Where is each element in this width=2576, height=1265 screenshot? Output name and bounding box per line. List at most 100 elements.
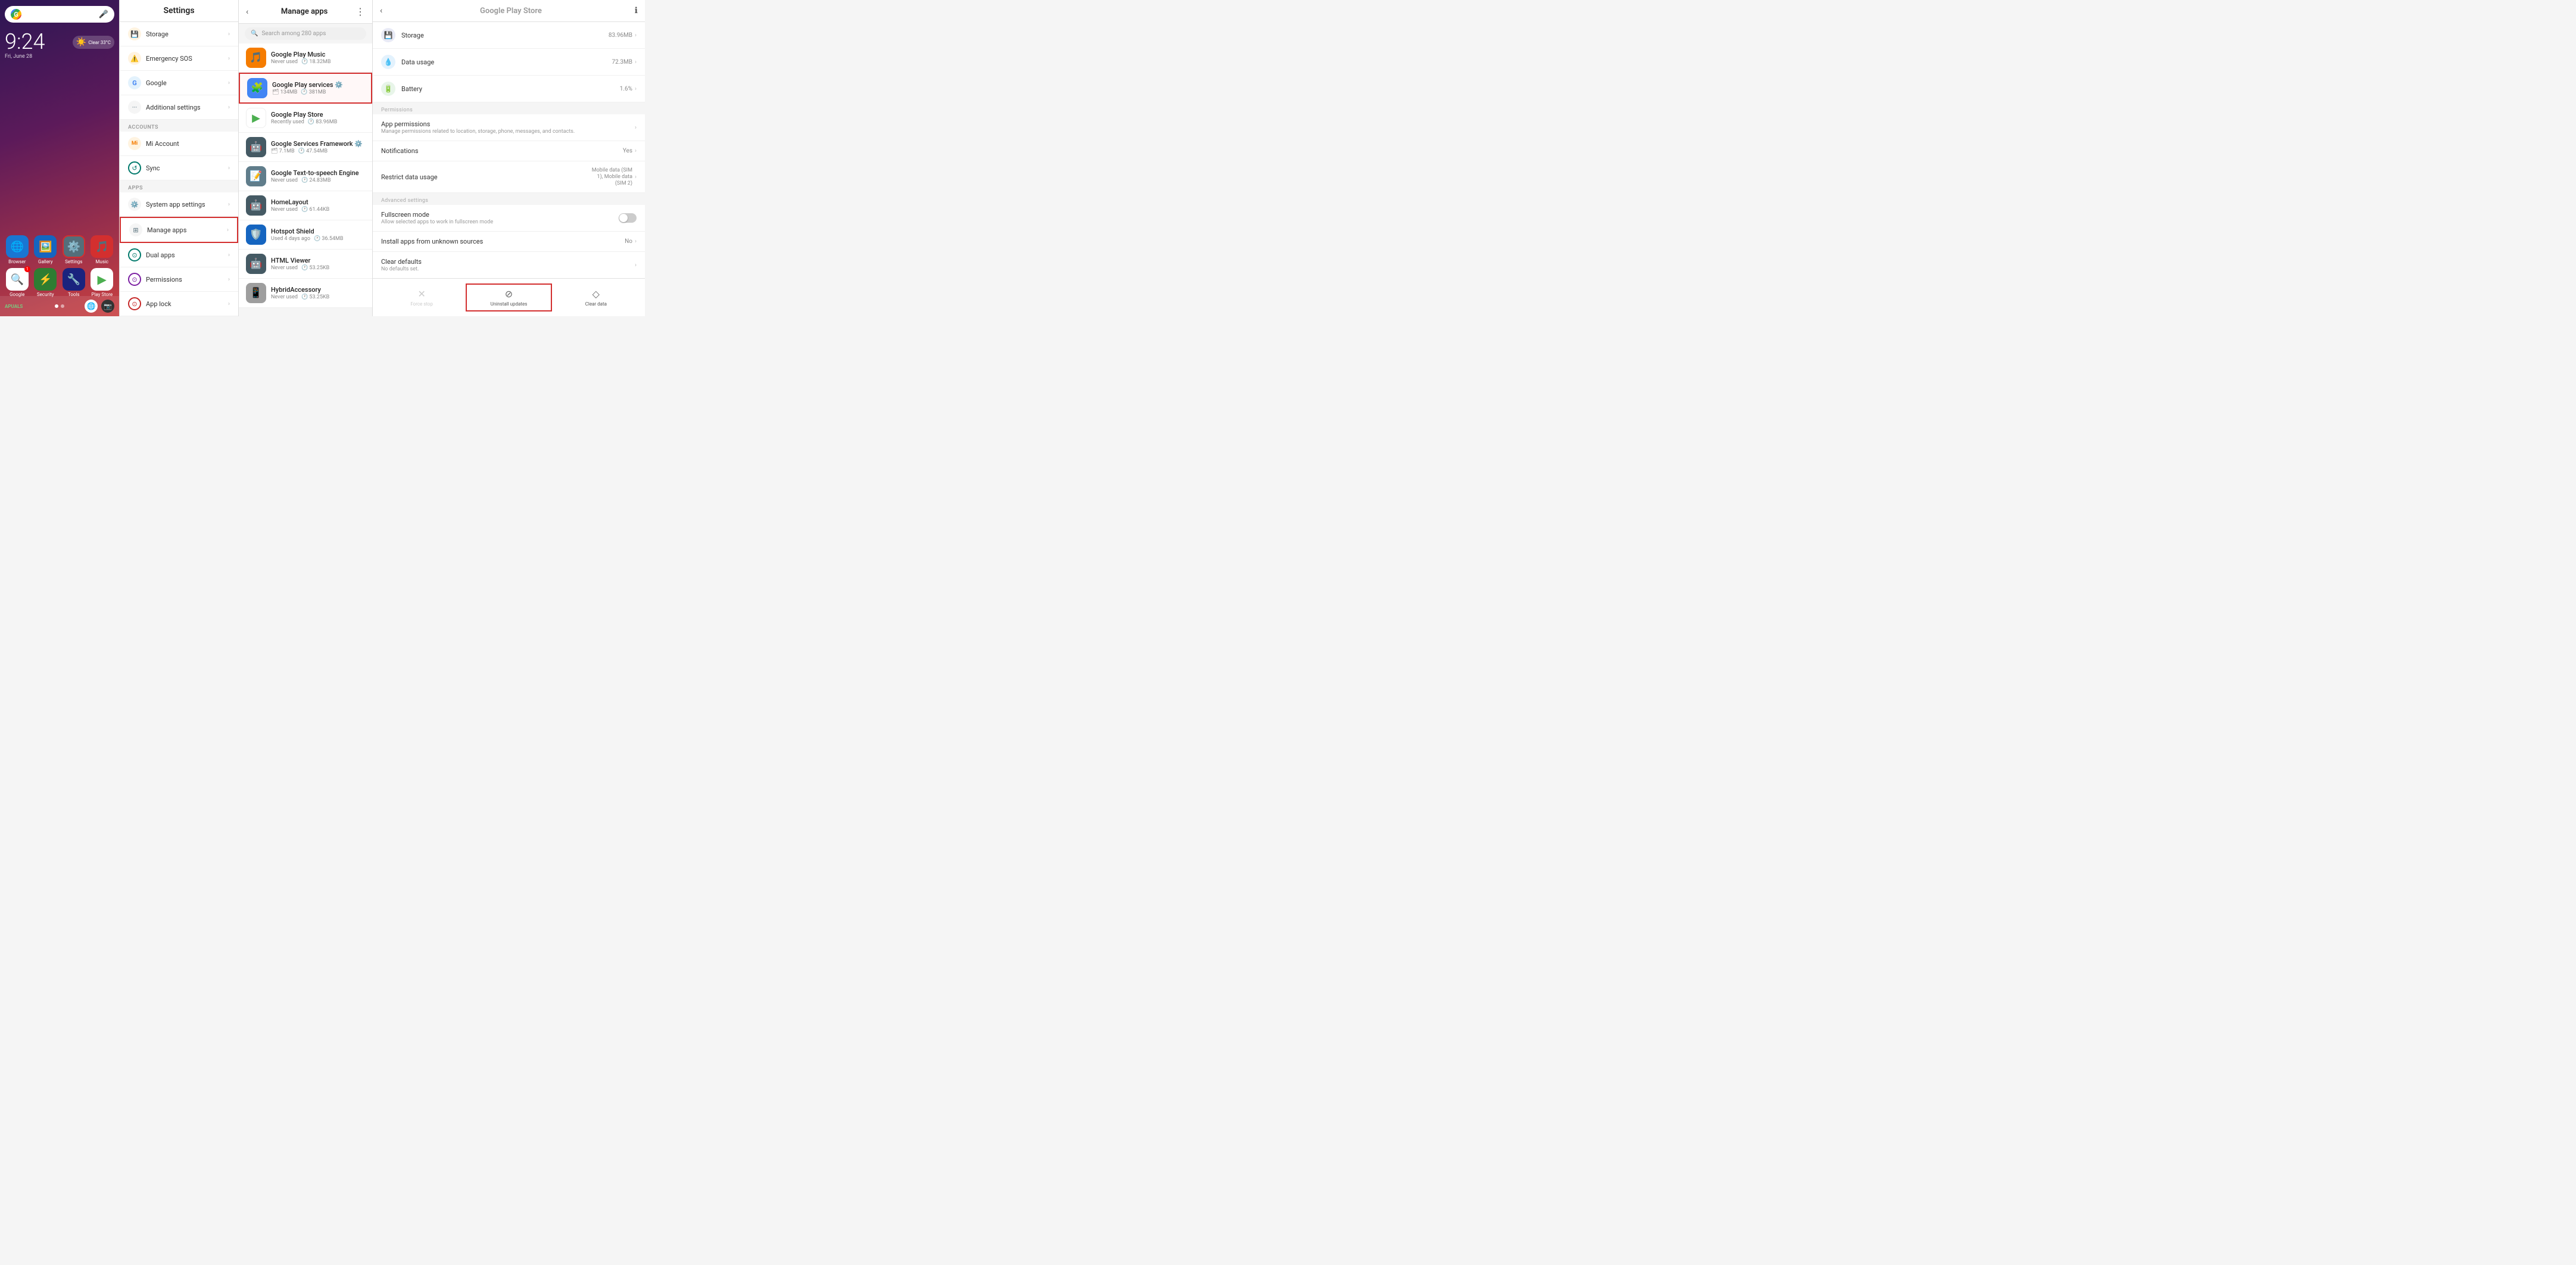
hybrid-name: HybridAccessory — [271, 286, 365, 294]
app-item-security[interactable]: ⚡ Security — [33, 268, 58, 297]
play-music-name: Google Play Music — [271, 51, 365, 58]
settings-item-permissions[interactable]: ⊙ Permissions › — [120, 267, 238, 292]
hotspot-meta: Used 4 days ago 🕐 36.54MB — [271, 236, 365, 242]
install-unknown-value: No — [625, 238, 632, 245]
clear-defaults-sub: No defaults set. — [381, 266, 635, 272]
detail-restrict-data-item[interactable]: Restrict data usage Mobile data (SIM 1),… — [373, 161, 645, 193]
html-viewer-info: HTML Viewer Never used 🕐 53.25KB — [271, 257, 365, 271]
music-label: Music — [95, 259, 108, 264]
chevron-icon: › — [635, 124, 637, 131]
camera-icon[interactable]: 📷 — [101, 300, 114, 313]
settings-item-mi-account[interactable]: Mi Mi Account — [120, 132, 238, 156]
more-options-button[interactable]: ⋮ — [355, 6, 365, 17]
detail-install-unknown-item[interactable]: Install apps from unknown sources No › — [373, 232, 645, 252]
bottom-actions-bar: ✕ Force stop ⊘ Uninstall updates ◇ Clear… — [373, 278, 645, 316]
dual-apps-label: Dual apps — [146, 251, 228, 259]
detail-app-permissions-item[interactable]: App permissions Manage permissions relat… — [373, 114, 645, 141]
chevron-icon: › — [635, 238, 637, 245]
app-item-music[interactable]: 🎵 Music — [90, 235, 115, 264]
hybrid-usage: Never used — [271, 294, 298, 300]
play-music-icon: 🎵 — [246, 48, 266, 68]
detail-data-usage-item[interactable]: 💧 Data usage 72.3MB › — [373, 49, 645, 76]
app-item-google[interactable]: 🔍 1 Google — [5, 268, 30, 297]
detail-battery-item[interactable]: 🔋 Battery 1.6% › — [373, 76, 645, 102]
gallery-icon: 🖼️ — [34, 235, 57, 258]
app-item-playstore[interactable]: ▶ Play Store — [90, 268, 115, 297]
uninstall-updates-button[interactable]: ⊘ Uninstall updates — [466, 283, 551, 311]
app-item-tools[interactable]: 🔧 Tools — [61, 268, 86, 297]
app-list-item-services-framework[interactable]: 🤖 Google Services Framework ⚙️ 🗂 7.1MB 🕐… — [239, 133, 372, 162]
chevron-icon: › — [635, 262, 637, 269]
detail-notifications-item[interactable]: Notifications Yes › — [373, 141, 645, 161]
detail-fullscreen-item[interactable]: Fullscreen mode Allow selected apps to w… — [373, 205, 645, 232]
services-framework-name: Google Services Framework ⚙️ — [271, 140, 365, 148]
sos-icon: ⚠️ — [128, 52, 141, 65]
settings-item-google[interactable]: G Google › — [120, 71, 238, 95]
google-settings-icon: G — [128, 76, 141, 89]
sync-label: Sync — [146, 164, 228, 172]
settings-app-icon: ⚙️ — [63, 235, 85, 258]
battery-label: Battery — [401, 85, 620, 93]
app-list-item-play-music[interactable]: 🎵 Google Play Music Never used 🕐 18.32MB — [239, 43, 372, 73]
app-list-item-homelayout[interactable]: 🤖 HomeLayout Never used 🕐 61.44KB — [239, 191, 372, 220]
settings-item-additional[interactable]: ··· Additional settings › — [120, 95, 238, 120]
settings-item-system-apps[interactable]: ⚙️ System app settings › — [120, 192, 238, 217]
manage-apps-header: ‹ Manage apps ⋮ — [239, 0, 372, 24]
chevron-icon: › — [635, 86, 637, 92]
google-icon: 🔍 1 — [6, 268, 29, 291]
homelayout-size: 🕐 61.44KB — [301, 207, 329, 213]
force-stop-button[interactable]: ✕ Force stop — [380, 285, 463, 310]
tts-name: Google Text-to-speech Engine — [271, 169, 365, 177]
detail-clear-defaults-item[interactable]: Clear defaults No defaults set. › — [373, 252, 645, 279]
app-list-item-tts[interactable]: 📝 Google Text-to-speech Engine Never use… — [239, 162, 372, 191]
detail-storage-item[interactable]: 💾 Storage 83.96MB › — [373, 22, 645, 49]
hybrid-size: 🕐 53.25KB — [301, 294, 329, 300]
google-search-bar[interactable]: G 🎤 — [5, 6, 114, 23]
advanced-section-label: Advanced settings — [373, 193, 645, 205]
settings-item-storage[interactable]: 💾 Storage › — [120, 22, 238, 46]
playstore-icon: ▶ — [91, 268, 113, 291]
weather-widget: ☀️ Clear 33°C — [73, 36, 114, 49]
app-list-item-play-services[interactable]: 🧩 Google Play services ⚙️ 🗂 134MB 🕐 381M… — [239, 73, 372, 104]
hotspot-icon: 🛡️ — [246, 225, 266, 245]
app-list-item-hotspot[interactable]: 🛡️ Hotspot Shield Used 4 days ago 🕐 36.5… — [239, 220, 372, 250]
app-item-settings[interactable]: ⚙️ Settings — [61, 235, 86, 264]
permissions-section-label: Permissions — [373, 102, 645, 114]
uninstall-updates-icon: ⊘ — [505, 288, 513, 300]
play-music-size: 🕐 18.32MB — [301, 59, 331, 65]
play-music-info: Google Play Music Never used 🕐 18.32MB — [271, 51, 365, 65]
app-list-item-play-store[interactable]: ▶ Google Play Store Recently used 🕐 83.9… — [239, 104, 372, 133]
mic-icon[interactable]: 🎤 — [99, 10, 108, 19]
back-button[interactable]: ‹ — [246, 7, 248, 17]
detail-back-button[interactable]: ‹ — [380, 6, 382, 15]
storage-detail-label: Storage — [401, 32, 609, 39]
app-list-item-hybrid[interactable]: 📱 HybridAccessory Never used 🕐 53.25KB — [239, 279, 372, 308]
search-apps-bar[interactable]: 🔍 Search among 280 apps — [245, 27, 366, 40]
settings-item-app-lock[interactable]: ⊙ App lock › — [120, 292, 238, 316]
info-button[interactable]: ℹ — [635, 6, 638, 15]
notifications-value: Yes — [623, 148, 632, 154]
clear-data-button[interactable]: ◇ Clear data — [554, 285, 638, 310]
hotspot-name: Hotspot Shield — [271, 228, 365, 235]
settings-item-sync[interactable]: ↺ Sync › — [120, 156, 238, 180]
chrome-icon[interactable]: 🌐 — [85, 300, 98, 313]
chevron-icon: › — [635, 148, 637, 154]
detail-header: ‹ Google Play Store ℹ — [373, 0, 645, 22]
app-lock-label: App lock — [146, 300, 228, 308]
settings-item-dual-apps[interactable]: ⊙ Dual apps › — [120, 243, 238, 267]
search-apps-placeholder: Search among 280 apps — [261, 30, 326, 37]
force-stop-icon: ✕ — [417, 288, 425, 300]
settings-item-sos[interactable]: ⚠️ Emergency SOS › — [120, 46, 238, 71]
hotspot-size: 🕐 36.54MB — [314, 236, 344, 242]
app-list-item-html-viewer[interactable]: 🤖 HTML Viewer Never used 🕐 53.25KB — [239, 250, 372, 279]
force-stop-label: Force stop — [410, 301, 433, 307]
home-screen: G 🎤 9:24 Fri, June 28 ☀️ Clear 33°C 🌐 Br… — [0, 0, 119, 316]
app-item-gallery[interactable]: 🖼️ Gallery — [33, 235, 58, 264]
settings-item-manage-apps[interactable]: ⊞ Manage apps › — [120, 217, 238, 243]
html-viewer-usage: Never used — [271, 265, 298, 271]
date-display: Fri, June 28 — [5, 54, 114, 60]
chevron-icon: › — [635, 32, 637, 39]
hotspot-info: Hotspot Shield Used 4 days ago 🕐 36.54MB — [271, 228, 365, 242]
fullscreen-toggle[interactable] — [619, 213, 637, 223]
app-item-browser[interactable]: 🌐 Browser — [5, 235, 30, 264]
